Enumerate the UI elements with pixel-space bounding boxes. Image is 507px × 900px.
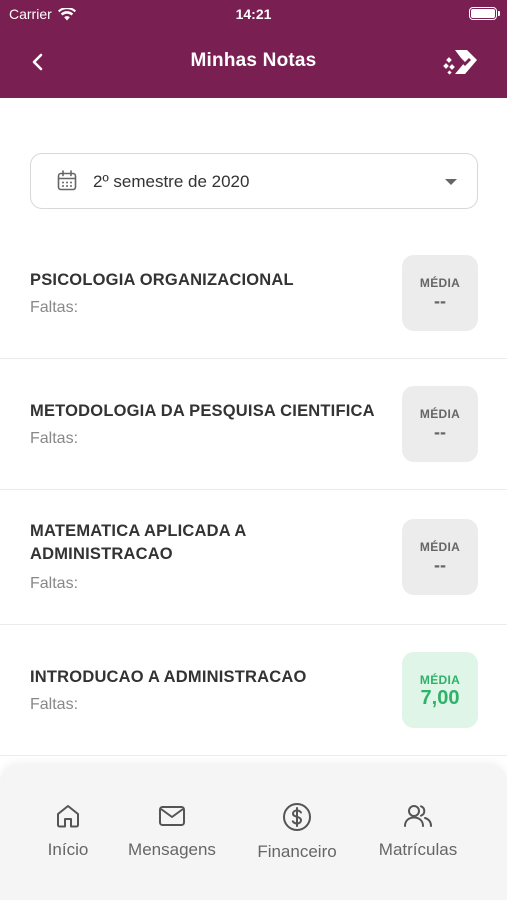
grades-list: PSICOLOGIA ORGANIZACIONAL Faltas: MÉDIA … [0, 228, 507, 756]
absences-label: Faltas: [30, 299, 79, 316]
grade-label: MÉDIA [419, 276, 461, 290]
tab-label: Mensagens [128, 840, 216, 859]
chevron-down-icon [445, 179, 457, 185]
absences-label: Faltas: [30, 430, 79, 447]
grade-value: -- [434, 555, 446, 575]
list-item[interactable]: MATEMATICA APLICADA A ADMINISTRACAO Falt… [0, 490, 507, 625]
discipline-name: METODOLOGIA DA PESQUISA CIENTIFICA [30, 402, 375, 420]
absences-label: Faltas: [30, 575, 79, 592]
tab-financeiro[interactable]: Financeiro [252, 802, 342, 862]
semester-dropdown[interactable]: 2º semestre de 2020 [30, 153, 478, 209]
list-item[interactable]: METODOLOGIA DA PESQUISA CIENTIFICA Falta… [0, 359, 507, 490]
tab-inicio[interactable]: Início [40, 802, 96, 860]
grade-value: -- [434, 422, 446, 442]
discipline-name: MATEMATICA APLICADA A ADMINISTRACAO [30, 522, 246, 563]
grade-badge: MÉDIA 7,00 [402, 652, 478, 728]
grade-badge: MÉDIA -- [402, 255, 478, 331]
grade-badge: MÉDIA -- [402, 386, 478, 462]
status-bar: Carrier 14:21 [0, 0, 507, 28]
mail-icon [159, 806, 185, 826]
clock: 14:21 [235, 6, 272, 22]
grade-badge: MÉDIA -- [402, 519, 478, 595]
grade-label: MÉDIA [419, 407, 461, 421]
tab-matriculas[interactable]: Matrículas [372, 802, 464, 860]
tab-mensagens[interactable]: Mensagens [122, 802, 222, 860]
absences-label: Faltas: [30, 696, 79, 713]
list-item[interactable]: INTRODUCAO A ADMINISTRACAO Faltas: MÉDIA… [0, 625, 507, 756]
page-title: Minhas Notas [190, 50, 317, 71]
tab-label: Início [47, 840, 89, 859]
discipline-name: PSICOLOGIA ORGANIZACIONAL [30, 271, 294, 289]
battery-icon [469, 7, 500, 20]
grade-label: MÉDIA [419, 673, 461, 687]
discipline-name: INTRODUCAO A ADMINISTRACAO [30, 668, 307, 686]
semester-value: 2º semestre de 2020 [93, 172, 250, 191]
tab-label: Matrículas [378, 840, 458, 859]
calendar-icon [57, 170, 77, 191]
header-bar: Minhas Notas [0, 28, 507, 98]
dollar-icon [283, 803, 311, 831]
home-icon [57, 805, 79, 828]
grade-label: MÉDIA [419, 540, 461, 554]
tab-label: Financeiro [257, 842, 337, 861]
grade-value: -- [434, 291, 446, 311]
brand-logo-icon [443, 50, 477, 75]
list-item[interactable]: PSICOLOGIA ORGANIZACIONAL Faltas: MÉDIA … [0, 228, 507, 359]
users-icon [404, 805, 432, 827]
tab-bar: Início Mensagens Financeiro Matrículas [0, 764, 507, 900]
grade-value: 7,00 [420, 687, 460, 709]
